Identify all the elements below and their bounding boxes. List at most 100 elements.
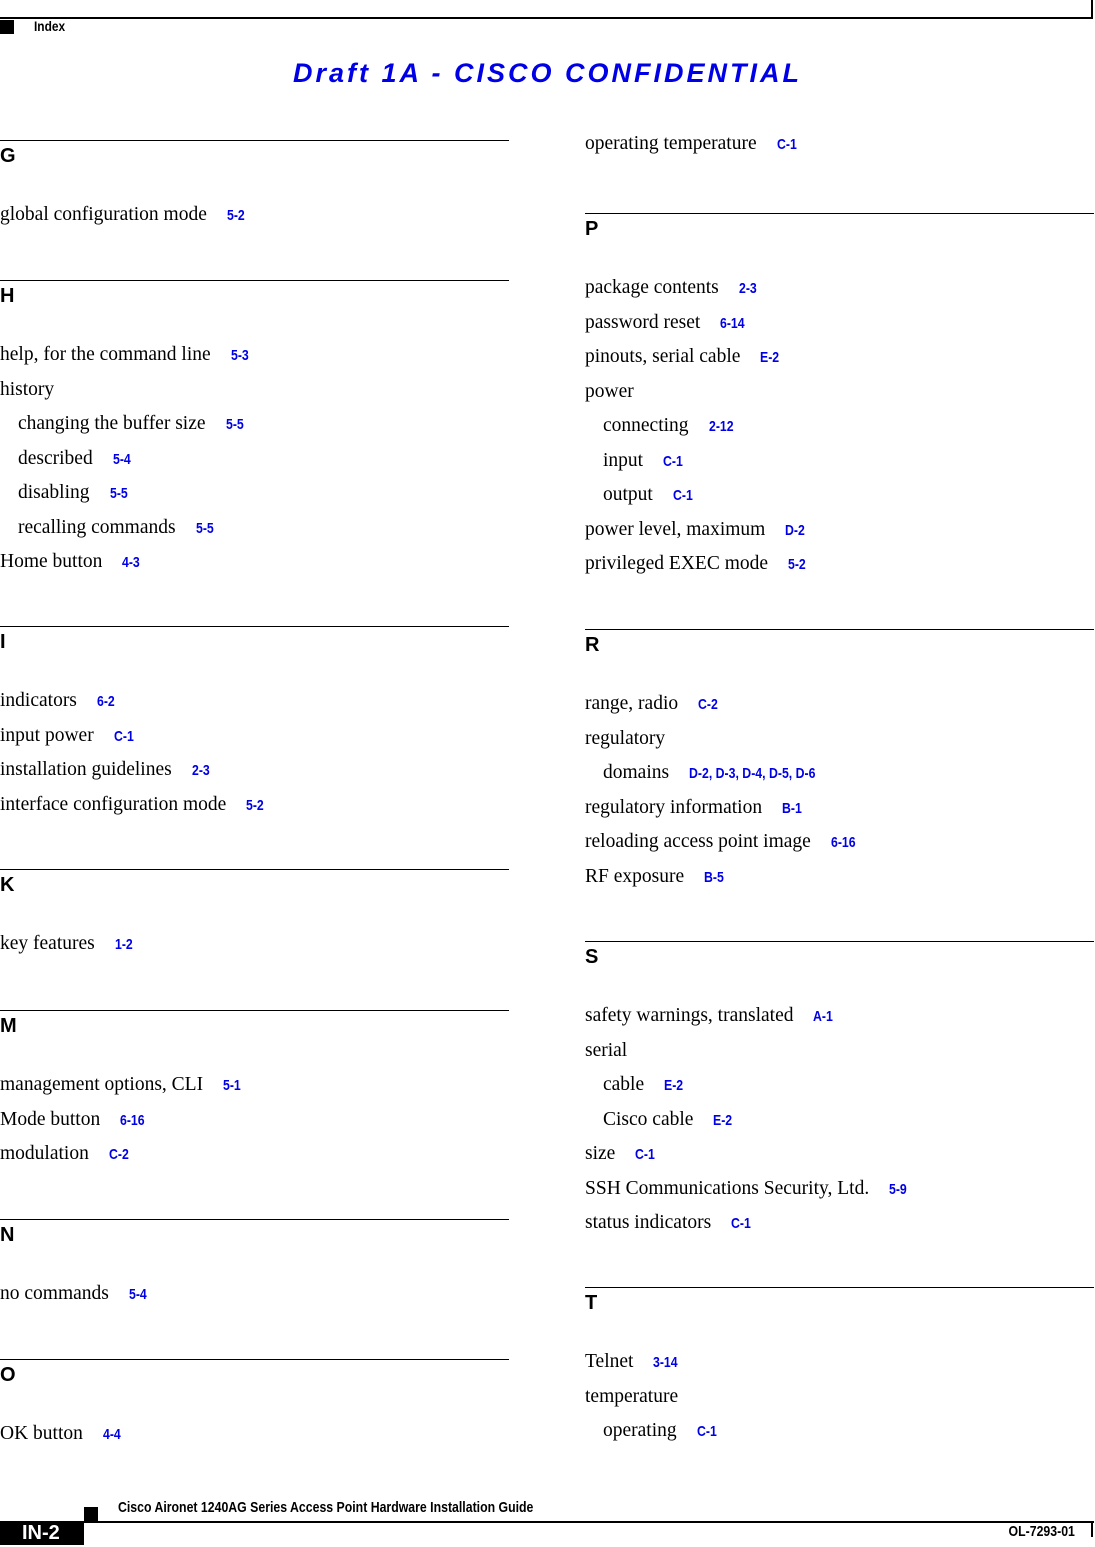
page-reference-link[interactable]: 4-3 xyxy=(122,551,140,575)
entry-term: connecting xyxy=(603,415,689,436)
guide-title: Cisco Aironet 1240AG Series Access Point… xyxy=(118,1499,534,1516)
entry-term: interface configuration mode xyxy=(0,793,227,815)
index-section: T Telnet 3-14 temperature operating C-1 xyxy=(585,1287,1094,1454)
section-rule xyxy=(0,1219,509,1220)
index-entry: OK button 4-4 xyxy=(0,1422,509,1457)
page-reference-link[interactable]: 5-2 xyxy=(788,553,806,577)
section-rule xyxy=(0,280,509,281)
confidential-watermark: Draft 1A - CISCO CONFIDENTIAL xyxy=(292,58,802,88)
entry-term: Cisco cable xyxy=(603,1108,694,1130)
entry-term: Mode button xyxy=(0,1108,101,1130)
index-entry: installation guidelines 2-3 xyxy=(0,758,509,793)
page-reference-link[interactable]: 5-2 xyxy=(227,204,245,228)
section-letter: R xyxy=(585,634,600,656)
page-reference-link[interactable]: 6-14 xyxy=(720,312,745,336)
index-entry: Cisco cable E-2 xyxy=(585,1108,1094,1143)
index-section: operating temperature C-1 xyxy=(585,110,1094,167)
page-reference-link[interactable]: C-1 xyxy=(697,1420,717,1444)
section-title: Index xyxy=(34,18,66,34)
page-reference-link[interactable]: B-5 xyxy=(704,866,724,890)
entry-term: no commands xyxy=(0,1283,109,1304)
index-entry: regulatory information B-1 xyxy=(585,796,1094,831)
section-letter: S xyxy=(585,946,599,968)
section-rule xyxy=(585,629,1094,630)
index-entry: temperature xyxy=(585,1385,1094,1420)
page-reference-link[interactable]: 2-3 xyxy=(739,277,757,301)
page-reference-link[interactable]: 5-9 xyxy=(889,1178,907,1202)
entry-term: global configuration mode xyxy=(0,204,207,225)
index-entry: help, for the command line 5-3 xyxy=(0,343,509,378)
page-reference-link[interactable]: 2-3 xyxy=(192,759,210,783)
section-rule xyxy=(0,140,509,141)
page-reference-link[interactable]: 5-5 xyxy=(110,482,128,506)
page-reference-link[interactable]: D-2 xyxy=(785,519,805,543)
entry-term: disabling xyxy=(18,482,90,503)
page-reference-link[interactable]: E-2 xyxy=(760,346,779,370)
page-reference-link[interactable]: 5-5 xyxy=(226,413,244,437)
entry-term: input power xyxy=(0,724,94,746)
document-number: OL-7293-01 xyxy=(1008,1523,1075,1540)
page-reference-link[interactable]: 1-2 xyxy=(115,933,133,957)
entry-term: indicators xyxy=(0,690,77,711)
section-letter: G xyxy=(0,145,16,167)
page-reference-link[interactable]: 5-4 xyxy=(113,448,131,472)
entry-term: domains xyxy=(603,762,670,783)
page-reference-link[interactable]: 6-16 xyxy=(120,1109,145,1133)
index-entry: output C-1 xyxy=(585,483,1094,518)
index-section: Rrange, radio C-2 regulatory domains D-2, D-… xyxy=(585,629,1094,899)
footer-tick xyxy=(1091,1521,1093,1537)
page-reference-link[interactable]: C-1 xyxy=(114,725,134,749)
page-reference-link[interactable]: 4-4 xyxy=(103,1423,121,1447)
page-reference-link[interactable]: A-1 xyxy=(813,1005,833,1029)
entry-term: changing the buffer size xyxy=(18,413,206,434)
entry-term: power xyxy=(585,380,634,402)
header-marker xyxy=(0,20,14,34)
entry-term: help, for the command line xyxy=(0,344,211,365)
page-reference-link[interactable]: E-2 xyxy=(664,1074,683,1098)
index-entry: cable E-2 xyxy=(585,1073,1094,1108)
index-entry: power level, maximum D-2 xyxy=(585,518,1094,553)
page-reference-link[interactable]: C-1 xyxy=(731,1212,751,1236)
entry-term: SSH Communications Security, Ltd. xyxy=(585,1177,870,1199)
index-section: O OK button 4-4 xyxy=(0,1359,509,1457)
index-entry: RF exposure B-5 xyxy=(585,865,1094,900)
page-reference-link[interactable]: 5-3 xyxy=(231,344,249,368)
entry-term: serial xyxy=(585,1039,628,1061)
index-section: Gglobal configuration mode 5-2 xyxy=(0,140,509,238)
page-reference-link[interactable]: C-1 xyxy=(635,1143,655,1167)
page-reference-link[interactable]: 2-12 xyxy=(709,415,734,439)
section-rule xyxy=(0,626,509,627)
page-reference-link[interactable]: 5-5 xyxy=(196,517,214,541)
page-reference-link[interactable]: E-2 xyxy=(713,1109,732,1133)
index-section: Hhelp, for the command line 5-3 history cha… xyxy=(0,280,509,585)
entry-term: history xyxy=(0,378,55,400)
page-reference-link[interactable]: 6-16 xyxy=(831,831,856,855)
page-reference-link[interactable]: C-2 xyxy=(109,1143,129,1167)
page-reference-link[interactable]: 5-1 xyxy=(223,1074,241,1098)
index-entry: operating temperature C-1 xyxy=(585,132,1094,167)
page-reference-link[interactable]: C-2 xyxy=(698,693,718,717)
section-letter: M xyxy=(0,1015,17,1037)
section-letter: N xyxy=(0,1224,15,1246)
page-reference-link[interactable]: B-1 xyxy=(782,797,802,821)
page-reference-link[interactable]: 5-2 xyxy=(246,794,264,818)
page-reference-link[interactable]: 6-2 xyxy=(97,690,115,714)
index-section: Mmanagement options, CLI 5-1 Mode button 6-… xyxy=(0,1010,509,1177)
index-entry: global configuration mode 5-2 xyxy=(0,203,509,238)
index-entry: power xyxy=(585,380,1094,415)
page-number: IN-2 xyxy=(0,1521,84,1545)
page-reference-link[interactable]: C-1 xyxy=(663,450,683,474)
section-rule xyxy=(585,213,1094,214)
page-reference-link[interactable]: C-1 xyxy=(673,484,693,508)
section-letter: T xyxy=(585,1292,598,1314)
page-reference-link[interactable]: 5-4 xyxy=(129,1283,147,1307)
index-entry: password reset 6-14 xyxy=(585,311,1094,346)
index-entry: safety warnings, translated A-1 xyxy=(585,1004,1094,1039)
index-entry: operating C-1 xyxy=(585,1419,1094,1454)
section-rule xyxy=(585,941,1094,942)
index-entry: management options, CLI 5-1 xyxy=(0,1073,509,1108)
index-entry: SSH Communications Security, Ltd. 5-9 xyxy=(585,1177,1094,1212)
page-reference-link[interactable]: 3-14 xyxy=(653,1351,678,1375)
page-reference-link[interactable]: C-1 xyxy=(777,133,797,157)
page-reference-link[interactable]: D-2, D-3, D-4, D-5, D-6 xyxy=(689,762,815,786)
